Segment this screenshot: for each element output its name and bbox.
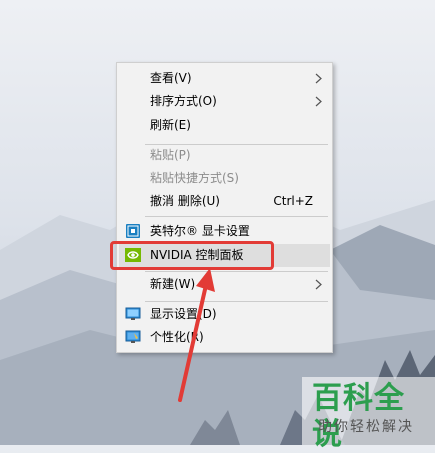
menu-separator — [145, 271, 328, 272]
menu-item-label: 显示设置(D) — [150, 307, 217, 321]
display-settings-icon — [125, 307, 141, 320]
chevron-right-icon — [315, 73, 322, 84]
menu-item-label: 撤消 删除(U) — [150, 194, 220, 208]
menu-item-intel-graphics[interactable]: 英特尔® 显卡设置 — [117, 220, 332, 243]
menu-item-label: 粘贴快捷方式(S) — [150, 171, 239, 185]
menu-item-sort-by[interactable]: 排序方式(O) — [117, 90, 332, 113]
menu-item-label: 英特尔® 显卡设置 — [150, 224, 250, 238]
menu-item-label: 粘贴(P) — [150, 148, 191, 162]
chevron-right-icon — [315, 279, 322, 290]
menu-item-label: 新建(W) — [150, 277, 196, 291]
intel-graphics-icon — [126, 224, 140, 238]
menu-item-label: 排序方式(O) — [150, 94, 217, 108]
menu-item-paste-shortcut[interactable]: 粘贴快捷方式(S) — [117, 167, 332, 190]
menu-item-personalize[interactable]: 个性化(R) — [117, 326, 332, 349]
menu-item-new[interactable]: 新建(W) — [117, 273, 332, 296]
menu-item-undo-delete[interactable]: 撤消 删除(U) Ctrl+Z — [117, 190, 332, 213]
menu-item-shortcut: Ctrl+Z — [273, 194, 313, 208]
menu-item-label: 刷新(E) — [150, 118, 191, 132]
menu-item-paste[interactable]: 粘贴(P) — [117, 144, 332, 167]
watermark-subtitle: 助你轻松解决 — [318, 419, 414, 435]
watermark: 百科全说 助你轻松解决 — [302, 377, 435, 452]
chevron-right-icon — [315, 96, 322, 107]
menu-separator — [145, 216, 328, 217]
menu-item-display-settings[interactable]: 显示设置(D) — [117, 303, 332, 326]
menu-item-refresh[interactable]: 刷新(E) — [117, 114, 332, 137]
menu-item-label: 个性化(R) — [150, 330, 204, 344]
personalize-icon — [125, 330, 141, 343]
menu-separator — [145, 301, 328, 302]
context-menu: 查看(V) 排序方式(O) 刷新(E) 粘贴(P) 粘贴快捷方式(S) 撤消 删… — [116, 62, 333, 353]
menu-item-label: 查看(V) — [150, 71, 192, 85]
highlight-annotation — [110, 241, 274, 270]
menu-item-view[interactable]: 查看(V) — [117, 67, 332, 90]
